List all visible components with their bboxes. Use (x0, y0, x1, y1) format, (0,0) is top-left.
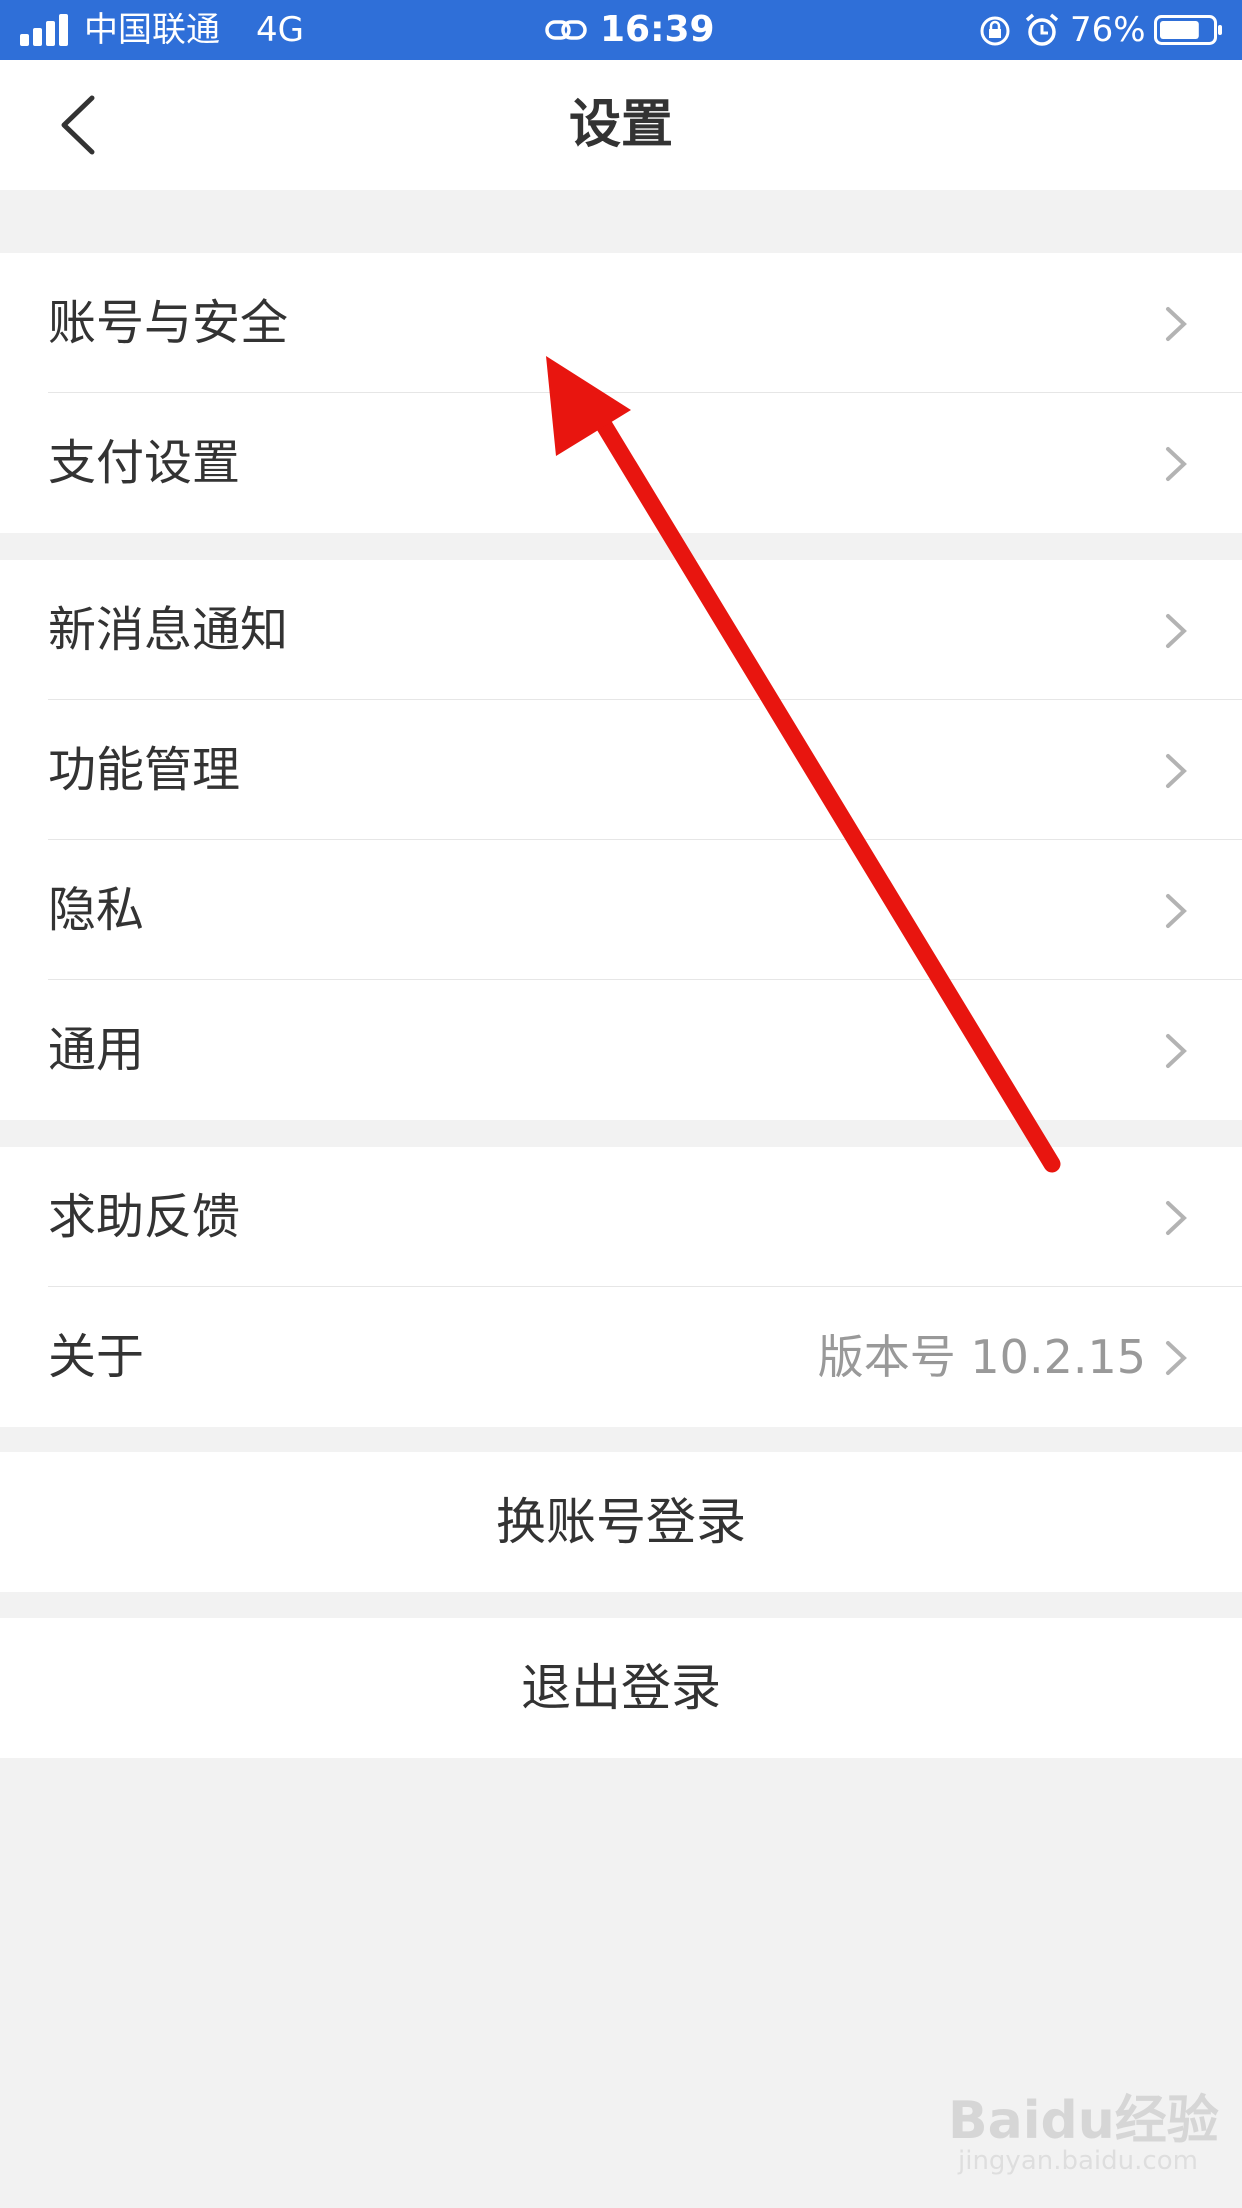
chevron-right-icon (1166, 754, 1187, 788)
carrier-name: 中国联通 (84, 10, 220, 50)
settings-item-label: 功能管理 (48, 742, 241, 798)
logout-label: 退出登录 (521, 1659, 721, 1717)
settings-item-notifications[interactable]: 新消息通知 (0, 560, 1242, 700)
settings-item-label: 求助反馈 (48, 1189, 241, 1245)
settings-item-privacy[interactable]: 隐私 (0, 840, 1242, 980)
chevron-right-icon (1166, 1034, 1187, 1068)
version-number: 版本号 10.2.15 (817, 1330, 1146, 1384)
settings-item-label: 通用 (48, 1022, 145, 1078)
settings-item-label: 新消息通知 (48, 602, 289, 658)
watermark-url: jingyan.baidu.com (958, 2146, 1198, 2176)
settings-item-about[interactable]: 关于 版本号 10.2.15 (0, 1287, 1242, 1427)
alarm-icon (1025, 13, 1059, 46)
settings-item-payment[interactable]: 支付设置 (0, 393, 1242, 533)
chevron-right-icon (1166, 894, 1187, 928)
settings-item-general[interactable]: 通用 (0, 980, 1242, 1120)
navigation-bar: 设置 (0, 60, 1242, 190)
watermark-brand: Baidu经验 (948, 2091, 1219, 2151)
signal-icon (20, 14, 72, 46)
settings-item-help-feedback[interactable]: 求助反馈 (0, 1147, 1242, 1287)
settings-group-help: 求助反馈 关于 版本号 10.2.15 (0, 1147, 1242, 1427)
settings-item-label: 账号与安全 (48, 295, 289, 351)
chevron-right-icon (1166, 614, 1187, 648)
clock-time: 16:39 (600, 9, 715, 50)
baidu-jingyan-watermark: Baidu经验 jingyan.baidu.com (948, 2078, 1219, 2188)
link-icon (545, 20, 587, 40)
chevron-right-icon (1166, 447, 1187, 481)
chevron-right-icon (1166, 1201, 1187, 1235)
logout-button[interactable]: 退出登录 (0, 1618, 1242, 1758)
network-type: 4G (256, 10, 304, 50)
orientation-lock-icon (980, 16, 1010, 46)
settings-item-label: 关于 (48, 1329, 145, 1385)
switch-account-label: 换账号登录 (496, 1493, 746, 1551)
status-bar: 中国联通 4G 16:39 76% (0, 0, 1242, 60)
settings-group-account: 账号与安全 支付设置 (0, 253, 1242, 533)
chevron-right-icon (1166, 307, 1187, 341)
settings-item-label: 支付设置 (48, 435, 241, 491)
settings-group-general: 新消息通知 功能管理 隐私 通用 (0, 560, 1242, 1120)
battery-percent: 76% (1070, 10, 1146, 50)
battery-icon (1154, 15, 1222, 45)
switch-account-button[interactable]: 换账号登录 (0, 1452, 1242, 1592)
chevron-right-icon (1166, 1341, 1187, 1375)
page-title: 设置 (568, 95, 673, 155)
settings-item-label: 隐私 (48, 882, 145, 938)
settings-item-feature-management[interactable]: 功能管理 (0, 700, 1242, 840)
settings-item-account-security[interactable]: 账号与安全 (0, 253, 1242, 393)
